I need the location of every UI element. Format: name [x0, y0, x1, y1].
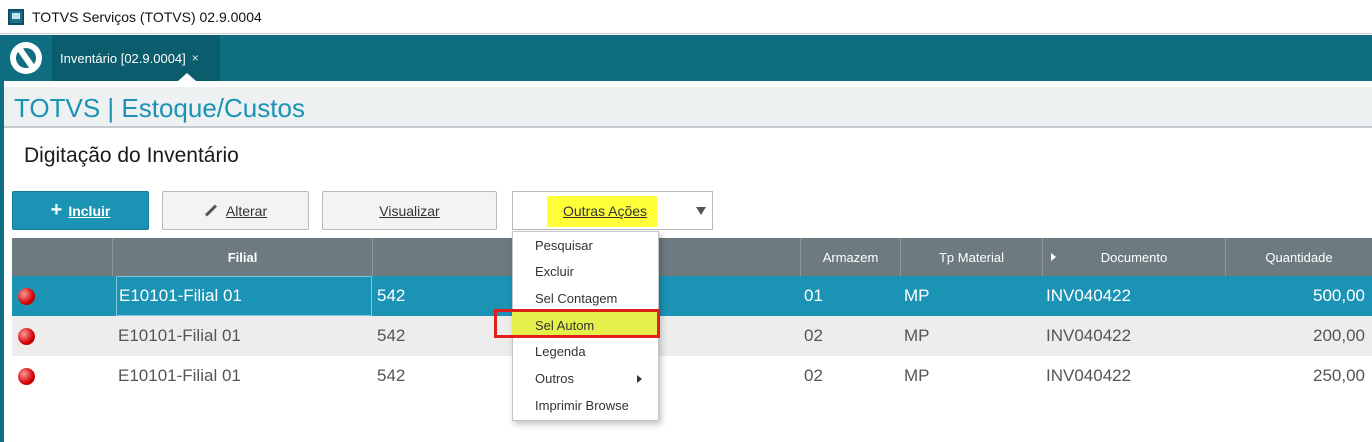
tab-inventario[interactable]: Inventário [02.9.0004] ×: [52, 35, 220, 81]
tab-label: Inventário [02.9.0004]: [60, 50, 186, 66]
alterar-button[interactable]: Alterar: [162, 191, 309, 230]
cell-tp-material: MP: [904, 366, 930, 385]
cell-tp-material: MP: [904, 326, 930, 345]
status-red-icon: [18, 288, 35, 305]
cell-codigo: 542: [377, 366, 406, 385]
table-row[interactable]: E10101-Filial 01 542 02 MP INV040422 250…: [12, 356, 1372, 396]
column-header-quantidade[interactable]: Quantidade: [1225, 238, 1372, 276]
column-header-filial[interactable]: Filial: [112, 238, 372, 276]
column-header-tp-material[interactable]: Tp Material: [900, 238, 1042, 276]
status-red-icon: [18, 328, 35, 345]
alterar-label: Alterar: [225, 202, 268, 219]
plus-icon: +: [50, 199, 63, 221]
visualizar-label: Visualizar: [379, 202, 440, 219]
cell-documento: INV040422: [1046, 286, 1132, 305]
pencil-icon: [204, 204, 217, 217]
sort-arrow-icon: [1051, 253, 1056, 261]
menu-item-sel-contagem[interactable]: Sel Contagem: [535, 288, 617, 310]
module-bar: TOTVS | Estoque/Custos: [4, 87, 1372, 128]
page-title: Digitação do Inventário: [24, 144, 239, 167]
incluir-label: Incluir: [68, 202, 111, 219]
module-title: TOTVS | Estoque/Custos: [14, 93, 305, 123]
app-window-icon: [8, 8, 24, 25]
cell-quantidade: 250,00: [1313, 366, 1365, 385]
table-row[interactable]: E10101-Filial 01 542 01 MP INV040422 500…: [12, 276, 1372, 316]
incluir-button[interactable]: + Incluir: [12, 191, 149, 230]
window-title: TOTVS Serviços (TOTVS) 02.9.0004: [32, 8, 262, 25]
column-header-status[interactable]: [12, 238, 112, 276]
cell-documento: INV040422: [1046, 366, 1132, 385]
cell-filial: E10101-Filial 01: [118, 366, 241, 385]
cell-documento: INV040422: [1046, 326, 1132, 345]
outras-acoes-label: Outras Ações: [547, 196, 658, 227]
column-header-armazem[interactable]: Armazem: [800, 238, 900, 276]
menu-item-pesquisar[interactable]: Pesquisar: [535, 235, 593, 257]
visualizar-button[interactable]: Visualizar: [322, 191, 497, 230]
table-row[interactable]: E10101-Filial 01 542 02 MP INV040422 200…: [12, 316, 1372, 356]
tab-bar: Inventário [02.9.0004] ×: [0, 35, 1372, 81]
cell-armazem: 02: [804, 326, 823, 345]
annotation-highlight-box: [494, 309, 660, 338]
cell-armazem: 01: [804, 286, 823, 305]
menu-item-excluir[interactable]: Excluir: [535, 261, 574, 283]
menu-item-legenda[interactable]: Legenda: [535, 341, 586, 363]
cell-armazem: 02: [804, 366, 823, 385]
column-header-documento[interactable]: Documento: [1042, 238, 1225, 276]
submenu-arrow-icon: [637, 375, 642, 383]
menu-item-outros[interactable]: Outros: [535, 368, 645, 390]
cell-quantidade: 200,00: [1313, 326, 1365, 345]
cell-quantidade: 500,00: [1313, 286, 1365, 305]
cell-tp-material: MP: [904, 286, 930, 305]
chevron-down-icon: [696, 207, 706, 215]
cell-filial: E10101-Filial 01: [118, 326, 241, 345]
active-tab-caret: [178, 73, 196, 81]
cell-codigo: 542: [377, 286, 406, 305]
cell-codigo: 542: [377, 326, 406, 345]
menu-item-imprimir-browse[interactable]: Imprimir Browse: [535, 395, 629, 417]
totvs-logo-icon[interactable]: [10, 42, 42, 74]
outras-acoes-dropdown[interactable]: Outras Ações: [512, 191, 713, 230]
grid-header: Filial Armazem Tp Material Documento Qua…: [12, 238, 1372, 276]
status-red-icon: [18, 368, 35, 385]
window-titlebar: TOTVS Serviços (TOTVS) 02.9.0004: [0, 0, 1372, 34]
close-tab-icon[interactable]: ×: [192, 51, 199, 65]
cell-filial: E10101-Filial 01: [116, 276, 372, 316]
